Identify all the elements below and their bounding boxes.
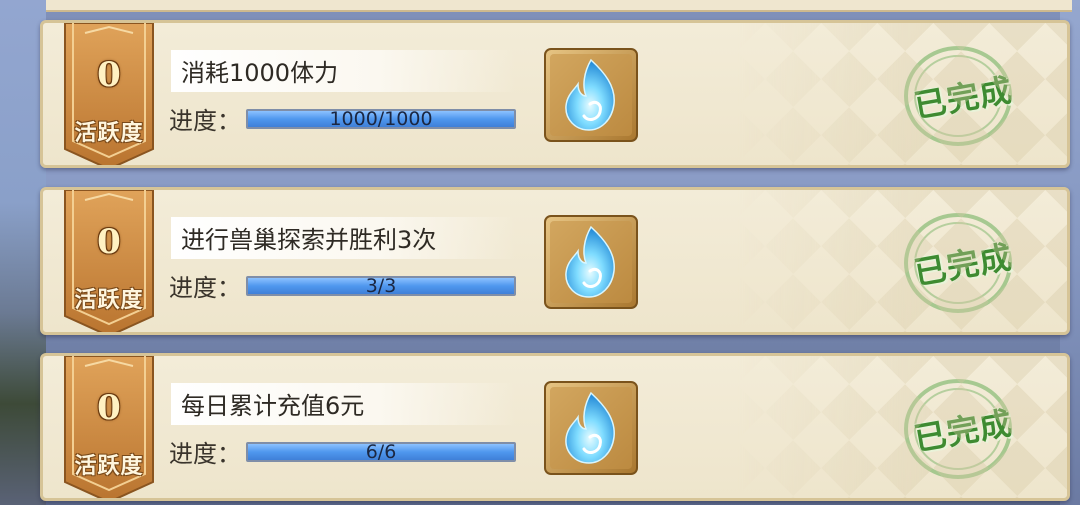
- progress-bar: 1000/1000: [246, 109, 516, 129]
- activity-points: 0: [97, 222, 121, 262]
- activity-label: 活跃度: [74, 121, 144, 146]
- activity-badge: 0 活跃度: [61, 190, 157, 332]
- task-card[interactable]: 0 活跃度 进行兽巢探索并胜利3次 进度： 3/3 已完成: [40, 187, 1070, 335]
- activity-label: 活跃度: [74, 454, 144, 479]
- progress-text: 6/6: [365, 442, 397, 462]
- progress-label: 进度：: [169, 107, 241, 135]
- activity-badge: 0 活跃度: [61, 23, 157, 165]
- activity-points: 0: [97, 388, 121, 428]
- completed-stamp: 已完成: [893, 208, 1023, 318]
- progress-label: 进度：: [169, 440, 241, 468]
- blue-flame-icon[interactable]: [544, 381, 638, 475]
- progress-bar: 6/6: [246, 442, 516, 462]
- task-card[interactable]: 0 活跃度 消耗1000体力 进度： 1000/1000 已完成: [40, 20, 1070, 168]
- task-title: 进行兽巢探索并胜利3次: [181, 226, 437, 254]
- progress-text: 1000/1000: [329, 109, 433, 129]
- completed-stamp: 已完成: [893, 41, 1023, 151]
- activity-points: 0: [97, 55, 121, 95]
- previous-card-edge: [46, 0, 1072, 12]
- blue-flame-icon[interactable]: [544, 48, 638, 142]
- completed-stamp: 已完成: [893, 374, 1023, 484]
- activity-label: 活跃度: [74, 288, 144, 313]
- activity-badge: 0 活跃度: [61, 356, 157, 498]
- progress-text: 3/3: [365, 276, 397, 296]
- task-card[interactable]: 0 活跃度 每日累计充值6元 进度： 6/6 已完成: [40, 353, 1070, 501]
- task-title: 消耗1000体力: [181, 59, 339, 87]
- progress-bar: 3/3: [246, 276, 516, 296]
- progress-label: 进度：: [169, 274, 241, 302]
- task-title: 每日累计充值6元: [181, 392, 365, 420]
- blue-flame-icon[interactable]: [544, 215, 638, 309]
